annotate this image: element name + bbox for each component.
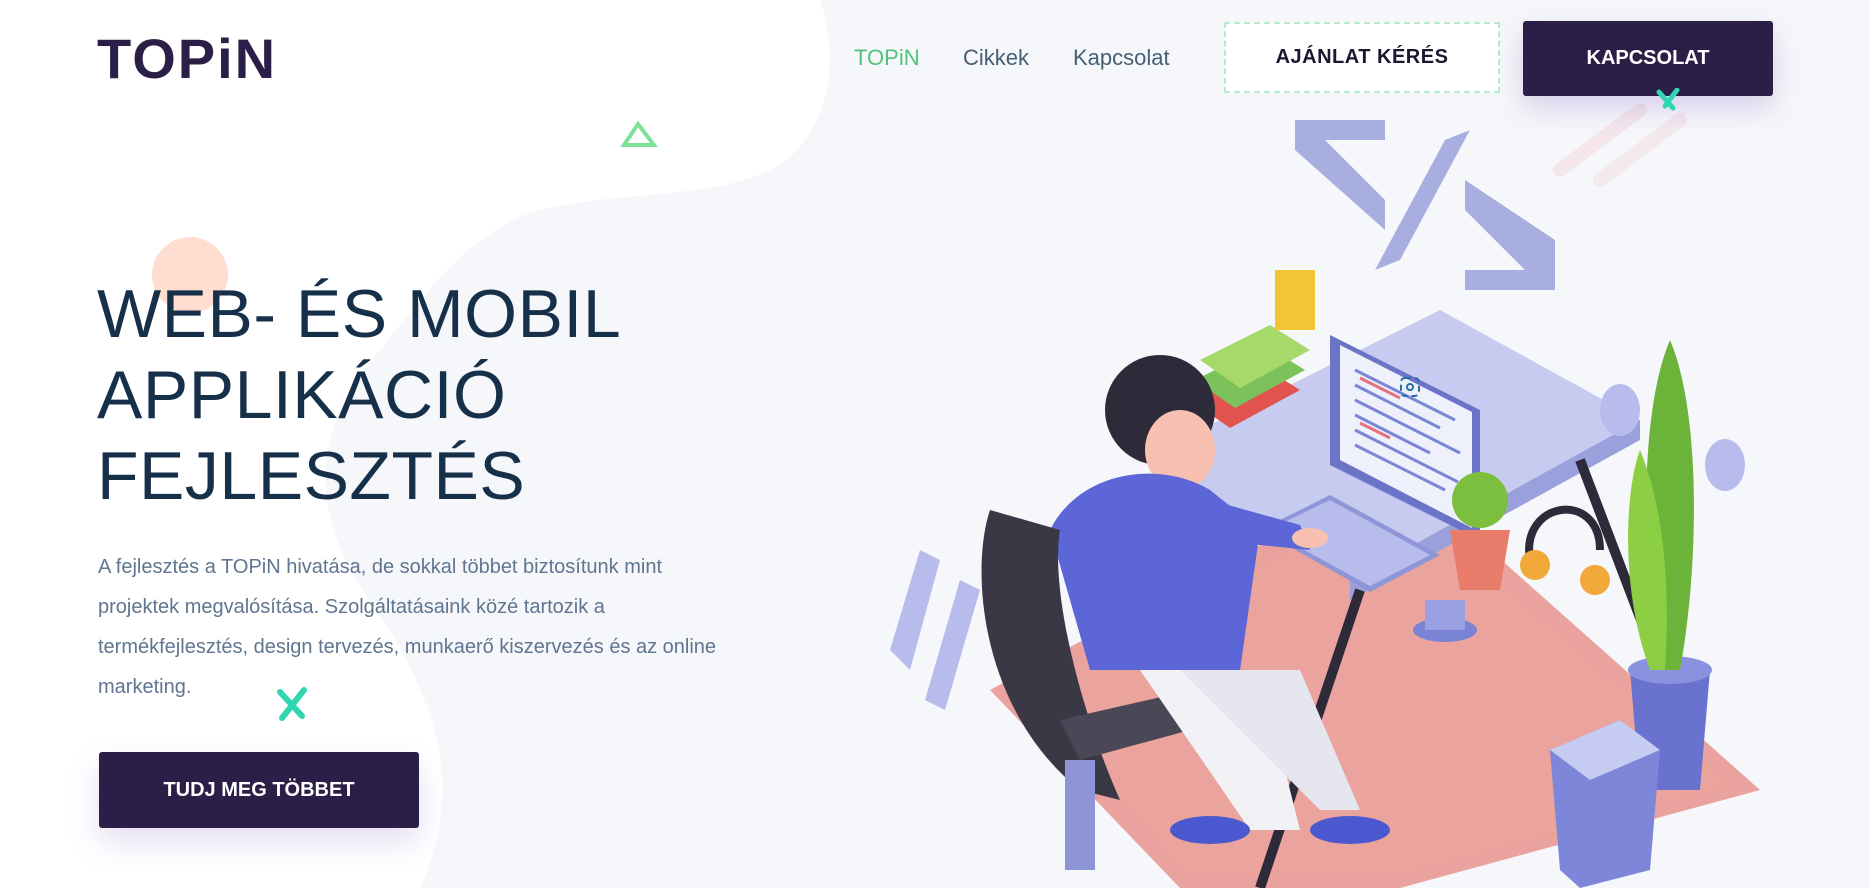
nav-link-cikkek[interactable]: Cikkek <box>963 45 1029 71</box>
hero-description: A fejlesztés a TOPiN hivatása, de sokkal… <box>98 547 768 707</box>
hero-title: WEB- ÉS MOBIL APPLIKÁCIÓ FEJLESZTÉS <box>97 274 621 517</box>
hero-description-line: A fejlesztés a TOPiN hivatása, de sokkal… <box>98 556 662 578</box>
hero-title-line: APPLIKÁCIÓ <box>97 357 507 433</box>
logo[interactable]: TOPiN <box>97 27 297 93</box>
nav-link-topin[interactable]: TOPiN <box>854 45 920 71</box>
hero-description-line: projektek megvalósítása. Szolgáltatásain… <box>98 596 605 618</box>
hero-description-line: termékfejlesztés, design tervezés, munka… <box>98 636 717 658</box>
camera-lens-icon[interactable] <box>1398 375 1422 399</box>
hero-title-line: WEB- ÉS MOBIL <box>97 276 622 352</box>
hero-description-line: marketing. <box>98 676 192 698</box>
cross-small-decoration-icon <box>1656 88 1680 111</box>
triangle-decoration-icon <box>620 120 659 147</box>
code-symbol-icon <box>1295 120 1555 290</box>
hero-title-line: FEJLESZTÉS <box>97 438 526 514</box>
quote-request-button[interactable]: AJÁNLAT KÉRÉS <box>1224 22 1500 93</box>
topin-logo-icon: TOPiN <box>97 27 277 90</box>
contact-button[interactable]: KAPCSOLAT <box>1523 21 1773 96</box>
learn-more-button[interactable]: TUDJ MEG TÖBBET <box>99 752 419 828</box>
developer-illustration <box>890 120 1760 888</box>
nav-link-kapcsolat[interactable]: Kapcsolat <box>1073 45 1170 71</box>
svg-text:TOPiN: TOPiN <box>97 28 277 88</box>
